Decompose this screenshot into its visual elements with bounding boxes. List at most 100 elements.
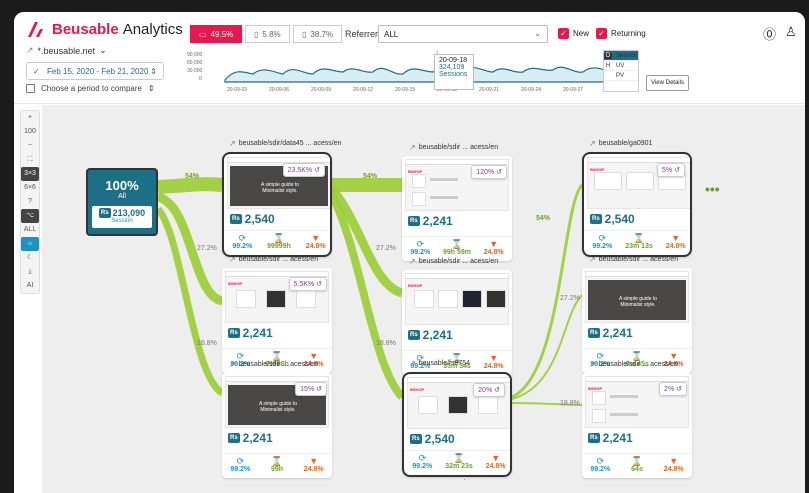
metric-value: 99.2%	[410, 249, 431, 256]
return-rate-badge[interactable]: 2% ↺	[659, 382, 687, 396]
page-label[interactable]: ↗ beusable/sdir ... acess/en	[409, 257, 498, 266]
help-button[interactable]: ?	[21, 195, 39, 209]
flow-percent: 18.8%	[560, 400, 580, 407]
tooltip-metric: Sessions	[439, 71, 468, 78]
page-label[interactable]: ↗ beusable/sdir ... acess/en	[589, 360, 678, 369]
return-rate-badge[interactable]: 120% ↺	[471, 165, 507, 179]
device-share: 49.5%	[210, 29, 234, 39]
metric-menu[interactable]: D Session H UV PV	[603, 50, 639, 92]
session-count: Rs 2,540	[410, 432, 455, 446]
return-rate-badge[interactable]: 20% ↺	[473, 383, 505, 397]
return-rate-badge[interactable]: 23.5K% ↺	[282, 163, 325, 177]
metric-bounce: ▼ 24.8%	[297, 231, 330, 255]
device-desktop-tab[interactable]: ▭ 49.5%	[190, 25, 243, 43]
metric-option-session[interactable]: D Session	[604, 51, 638, 61]
grid-6x6-button[interactable]: 6×6	[21, 181, 39, 195]
flow-percent: 18.8%	[197, 340, 217, 347]
page-node[interactable]: BSHOP 120% ↺ Rs 2,241 ⟳ 99.2% ⌛ 99h 59m ▼ 24.8%	[402, 156, 512, 261]
page-node[interactable]: BSHOPA simple guide to Minimalist style.…	[222, 152, 332, 257]
zoom-in-button[interactable]: +	[21, 111, 39, 125]
returning-visitor-filter[interactable]: ✓ Returning	[596, 28, 646, 39]
grid-3x3-button[interactable]: 3×3	[21, 167, 39, 181]
metric-key: D	[604, 52, 612, 59]
all-filter-button[interactable]: ALL	[21, 223, 39, 237]
help-icon[interactable]: ⓪	[763, 24, 776, 43]
metric-label: Session	[616, 52, 638, 59]
zoom-out-button[interactable]: −	[21, 139, 39, 153]
page-label[interactable]: ↗ beusable/ga0901	[589, 139, 652, 148]
page-node[interactable]: BSHOPA simple guide to Minimalist style.…	[582, 268, 692, 373]
dark-mode-button[interactable]: ☾	[21, 251, 39, 265]
shop-logo: BSHOP	[410, 387, 425, 392]
domain-select[interactable]: ↗ *.beusable.net ⌄	[26, 45, 107, 56]
download-button[interactable]: ⤓	[21, 265, 39, 279]
refresh-icon: ⟳	[418, 453, 427, 463]
rs-badge: Rs	[98, 208, 111, 218]
light-mode-button[interactable]: ☼	[21, 237, 39, 251]
page-node[interactable]: BSHOP 2% ↺ Rs 2,241 ⟳ 99.2% ⌛ 64s ▼ 24.8%	[582, 373, 692, 478]
session-count: Rs 2,540	[590, 212, 635, 226]
shop-logo: BSHOP	[408, 283, 423, 288]
return-rate: 120%	[476, 169, 495, 176]
metric-option-uv[interactable]: H UV	[604, 61, 638, 71]
metric-value: 32m 23s	[445, 463, 473, 470]
metric-option-pv[interactable]: PV	[604, 71, 638, 81]
return-icon: ↺	[494, 387, 500, 394]
x-tick: 20-09-09	[311, 87, 331, 93]
page-thumbnail: BSHOPA simple guide to Minimalist style.	[585, 271, 689, 323]
compare-period[interactable]: Choose a period to compare ⇕	[26, 84, 155, 93]
sparkline-area	[224, 66, 614, 83]
logo[interactable]: Beusable Analytics	[26, 20, 183, 38]
ai-button[interactable]: AI	[21, 279, 39, 293]
external-link-icon: ↗	[229, 255, 236, 264]
compare-checkbox[interactable]	[26, 84, 35, 93]
page-node[interactable]: BSHOP 5.5K% ↺ Rs 2,241 ⟳ 99.2% ⌛ 99998h ▼ 24.8%	[222, 268, 332, 373]
user-icon[interactable]: ♙	[785, 24, 797, 40]
return-rate-badge[interactable]: 5% ↺	[657, 163, 685, 177]
external-link-icon: ↗	[229, 360, 236, 369]
root-node[interactable]: 100% All Rs 213,090 Session	[86, 168, 158, 236]
return-rate-badge[interactable]: 5.5K% ↺	[288, 277, 327, 291]
device-tablet-tab[interactable]: ▯ 5.8%	[245, 25, 290, 43]
page-node[interactable]: BSHOP 20% ↺ Rs 2,540 ⟳ 99.2% ⌛ 32m 23s ▼ 24.8%	[402, 372, 512, 477]
flow-percent: 27.2%	[197, 245, 217, 252]
flow-link	[328, 193, 406, 400]
external-link-icon: ↗	[589, 139, 596, 148]
root-label: All	[118, 193, 126, 200]
new-visitor-filter[interactable]: ✓ New	[558, 28, 589, 39]
flow-mode-button[interactable]: ⌥	[21, 209, 39, 223]
canvas-toolbar: +100 − ⛶ 3×3 6×6? ⌥ ALL ☼ ☾ ⤓ AI	[20, 110, 40, 294]
page-label[interactable]: ↗ beusable/fs8754	[409, 359, 470, 368]
metric-value: 24.8%	[303, 466, 324, 473]
page-label[interactable]: ↗ beusable/sdir ... acess/en	[229, 255, 318, 264]
session-value: 2,241	[422, 214, 453, 228]
page-metrics: ⟳ 99.2% ⌛ 99999h ▼ 24.8%	[224, 230, 330, 255]
rs-badge: Rs	[228, 433, 240, 443]
view-details-button[interactable]: View Details	[646, 75, 689, 91]
page-label[interactable]: ↗ beusable/sdir ... acess/en	[229, 360, 318, 369]
hourglass-icon: ⌛	[633, 233, 645, 243]
external-link-icon: ↗	[409, 143, 416, 152]
metric-return: ⟳ 99.2%	[582, 454, 619, 478]
session-count: Rs 2,241	[588, 326, 633, 340]
referrer-select[interactable]: ALL ⌄	[378, 25, 548, 43]
rs-badge: Rs	[228, 328, 240, 338]
device-mobile-tab[interactable]: ▯ 38.7%	[293, 25, 343, 43]
session-value: 2,241	[602, 326, 633, 340]
fit-screen-button[interactable]: ⛶	[21, 153, 39, 167]
page-label[interactable]: ↗ beusable/sdir ... acess/en	[409, 143, 498, 152]
page-label[interactable]: ↗ beusable/sdir ... acess/en	[589, 255, 678, 264]
bounce-icon: ▼	[489, 353, 499, 363]
flow-canvas[interactable]: 100% All Rs213,090 Session ••• ⋮ ⋮ ⋮ 54%…	[42, 105, 805, 493]
page-label[interactable]: ↗ beusable/sdir/data45 ... acess/en	[229, 139, 341, 148]
session-count: Rs 2,241	[408, 328, 453, 342]
hourglass-icon: ⌛	[451, 239, 463, 249]
date-range-picker[interactable]: ✓ Feb 15, 2020 - Feb 21, 2020 ⇕	[26, 62, 164, 80]
sessions-sparkline[interactable]: 90,000 60,000 30,000 0 20-09-03 20-09-06 2…	[187, 50, 623, 94]
page-node[interactable]: BSHOP 5% ↺ Rs 2,540 ⟳ 99.2% ⌛ 23m 13s ▼ 24.8%	[582, 152, 692, 257]
return-rate-badge[interactable]: 15% ↺	[295, 382, 327, 396]
flow-percent: 27.2%	[376, 245, 396, 252]
metric-duration: ⌛ 23m 13s	[621, 231, 658, 255]
page-node[interactable]: BSHOPA simple guide to Minimalist style.…	[222, 373, 332, 478]
page-metrics: ⟳ 99.2% ⌛ 99h ▼ 24.8%	[222, 453, 332, 478]
